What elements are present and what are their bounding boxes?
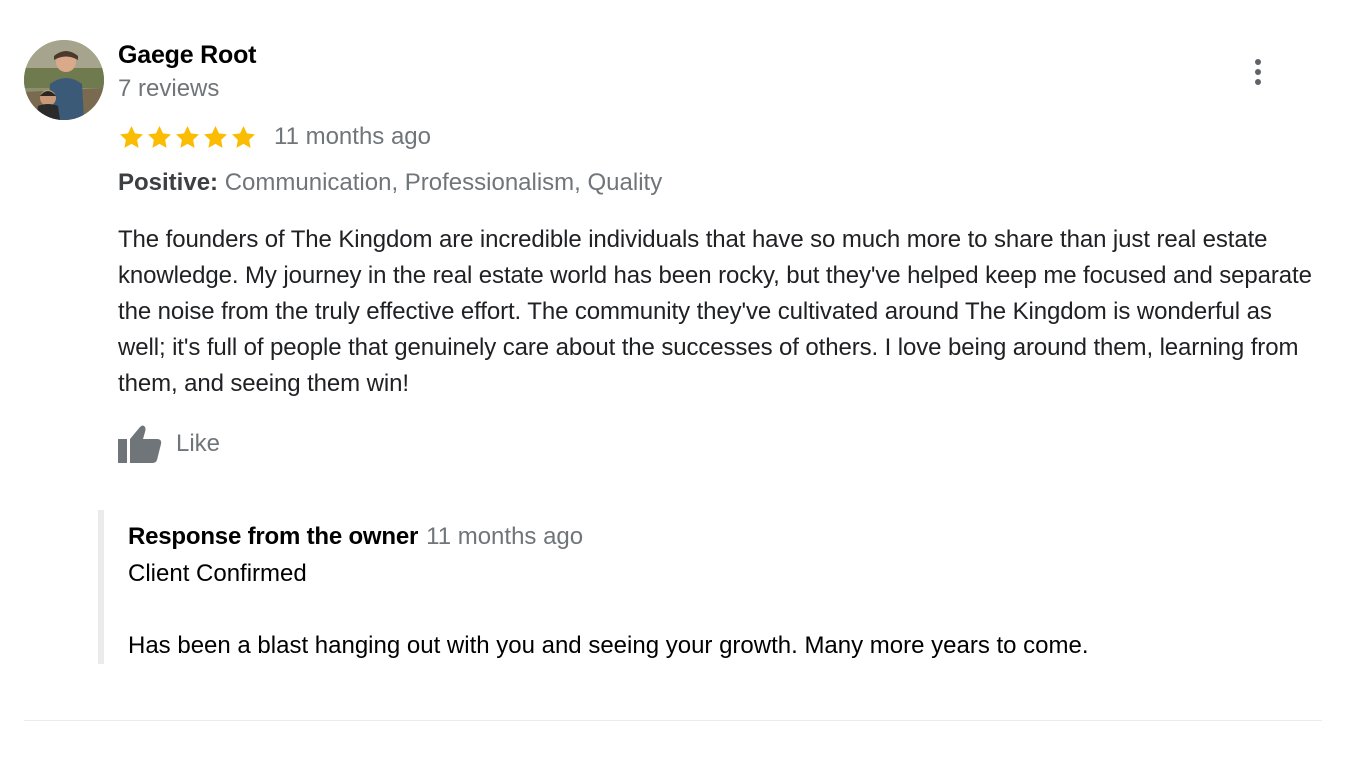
owner-response-title: Response from the owner [128,523,419,550]
more-vert-icon [1255,59,1261,65]
highlights-label: Positive: [118,169,219,196]
rating-row: 11 months ago [118,120,431,154]
thumbs-up-icon [118,425,162,463]
owner-response: Response from the owner 11 months ago Cli… [98,510,1254,664]
divider [24,720,1322,721]
like-button[interactable]: Like [116,422,220,466]
review-highlights: Positive: Communication, Professionalism… [118,166,662,200]
more-options-button[interactable] [1240,52,1276,92]
star-icon [120,125,143,148]
review-date: 11 months ago [274,123,431,150]
avatar[interactable] [24,40,104,120]
star-icon [148,125,171,148]
review-card: Gaege Root 7 reviews 11 months ago Posit… [0,0,1362,762]
owner-response-date: 11 months ago [426,523,584,550]
user-photo-image [24,40,104,120]
star-icon [176,125,199,148]
author-name[interactable]: Gaege Root [118,38,256,72]
highlights-values: Communication, Professionalism, Quality [224,169,663,196]
author-review-count[interactable]: 7 reviews [118,72,219,106]
star-icon [204,125,227,148]
star-rating [118,124,257,151]
owner-response-header: Response from the owner 11 months ago [128,520,583,554]
star-icon [232,125,255,148]
like-label: Like [176,430,221,457]
review-text: The founders of The Kingdom are incredib… [118,226,1312,397]
owner-response-text: Client Confirmed Has been a blast hangin… [128,560,1089,659]
